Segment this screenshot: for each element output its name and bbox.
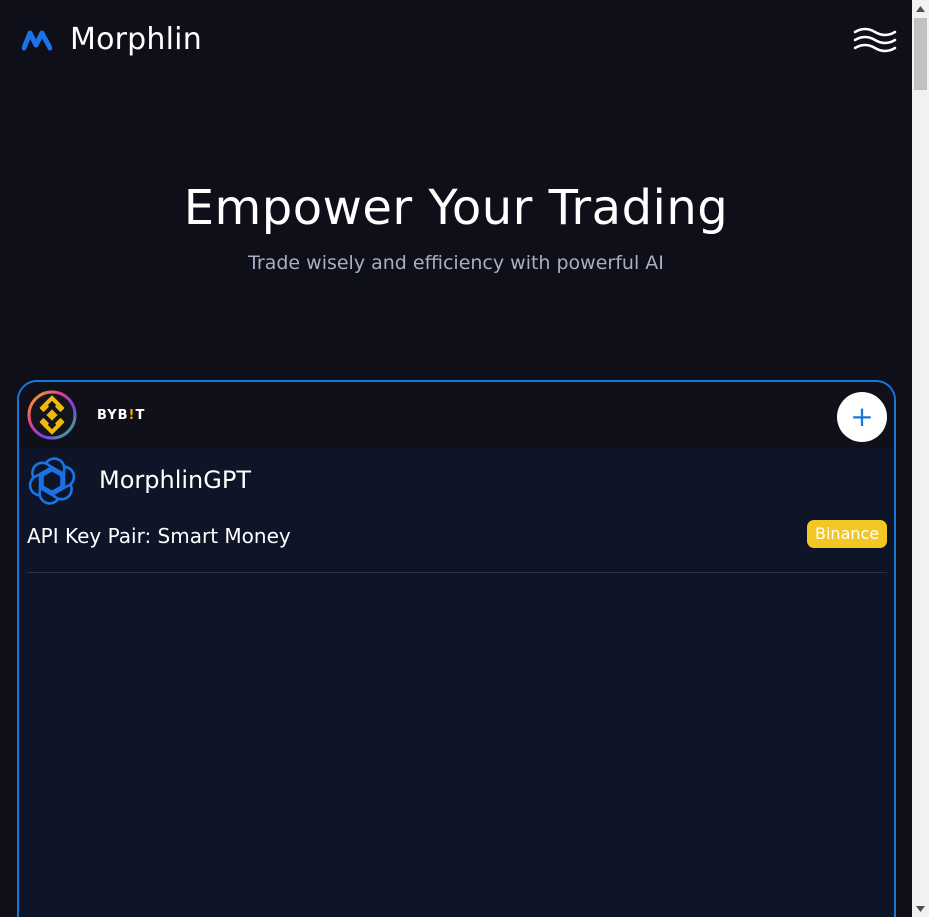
bot-name: MorphlinGPT (99, 466, 251, 494)
page: Morphlin Empower Your Trading Trade wise… (0, 0, 912, 917)
header: Morphlin (0, 0, 912, 80)
scroll-down-arrow-icon[interactable] (912, 900, 929, 917)
bot-card[interactable]: BYB!T + MorphlinGPT API Key Pair: Smart … (17, 380, 896, 917)
scroll-up-arrow-icon[interactable] (912, 0, 929, 17)
scrollbar-thumb[interactable] (914, 18, 927, 90)
add-button[interactable]: + (837, 392, 887, 442)
scrollbar[interactable] (912, 0, 929, 917)
bybit-logo-text: BYB (97, 408, 129, 423)
brand-logo[interactable]: Morphlin (22, 22, 202, 57)
bybit-logo: BYB!T (97, 408, 145, 423)
menu-icon[interactable] (852, 26, 898, 54)
plus-icon: + (850, 400, 874, 433)
hero-title: Empower Your Trading (183, 180, 729, 236)
divider (27, 572, 887, 573)
morphlin-logo-icon (22, 30, 52, 50)
exchange-badge: Binance (807, 520, 888, 548)
api-key-label: API Key Pair: Smart Money (27, 524, 291, 548)
openai-logo-icon (28, 457, 76, 505)
binance-logo-icon (27, 390, 77, 440)
brand-name: Morphlin (70, 22, 202, 57)
hero-subtitle: Trade wisely and efficiency with powerfu… (248, 252, 664, 274)
bybit-logo-tail: T (135, 408, 146, 423)
hero: Empower Your Trading Trade wisely and ef… (0, 180, 912, 274)
card-header: BYB!T + (19, 382, 894, 448)
